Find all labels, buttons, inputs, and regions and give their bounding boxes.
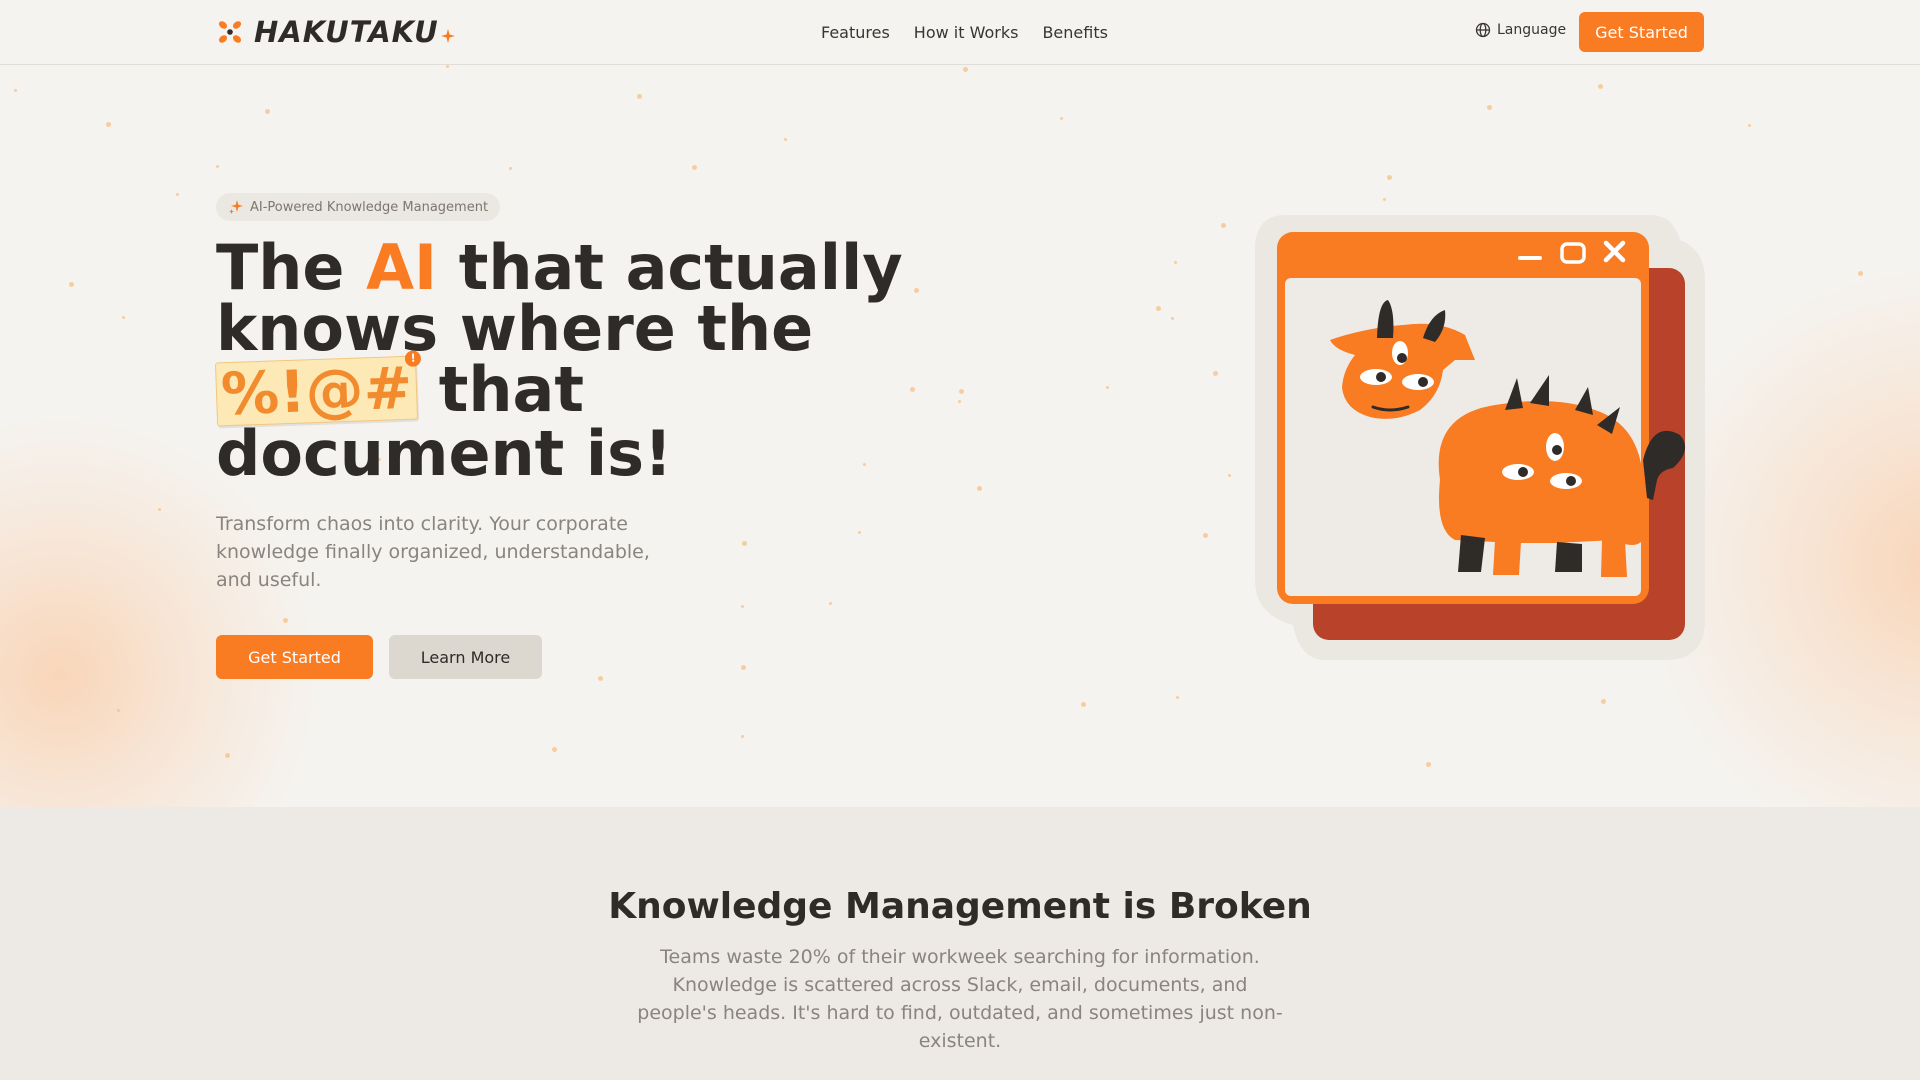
hero-badge: AI-Powered Knowledge Management — [216, 193, 501, 221]
problem-section-text: Teams waste 20% of their workweek search… — [637, 946, 1283, 1052]
window-mascot-illustration — [1255, 215, 1705, 660]
globe-icon — [1475, 22, 1491, 38]
nav-link-features[interactable]: Features — [821, 23, 890, 42]
nav-link-benefits[interactable]: Benefits — [1042, 23, 1108, 42]
problem-section: Knowledge Management is Broken Teams was… — [0, 807, 1920, 1080]
nav-link-how-it-works[interactable]: How it Works — [914, 23, 1019, 42]
window-minimize-icon — [1518, 256, 1542, 260]
censored-word: %!@# — [219, 353, 414, 429]
hero-learn-more-button[interactable]: Learn More — [389, 635, 542, 679]
logo-wordmark: HAKUTAKU — [254, 15, 439, 49]
logo-mark-icon — [218, 21, 242, 43]
hero-section: AI-Powered Knowledge Management The AI t… — [0, 65, 1920, 807]
logo-sparkle-icon — [440, 29, 455, 43]
hero-badge-text: AI-Powered Knowledge Management — [250, 199, 489, 215]
problem-section-title: Knowledge Management is Broken — [608, 886, 1312, 927]
nav-get-started-button[interactable]: Get Started — [1579, 12, 1704, 52]
brand-logo[interactable]: HAKUTAKU — [216, 15, 455, 49]
censored-word-sticker: %!@#! — [214, 350, 422, 429]
nav-container: HAKUTAKU Features How it Works Benefits … — [216, 0, 1704, 64]
nav-links: Features How it Works Benefits — [821, 0, 1108, 64]
hero-subtitle: Transform chaos into clarity. Your corpo… — [216, 513, 650, 591]
hero-get-started-button[interactable]: Get Started — [216, 635, 373, 679]
language-selector[interactable]: Language — [1475, 22, 1566, 38]
hero-headline: The AI that actually knows where the %!@… — [214, 237, 916, 485]
language-label: Language — [1497, 22, 1567, 38]
sparkle-icon — [229, 200, 243, 214]
top-nav: HAKUTAKU Features How it Works Benefits … — [0, 0, 1920, 65]
